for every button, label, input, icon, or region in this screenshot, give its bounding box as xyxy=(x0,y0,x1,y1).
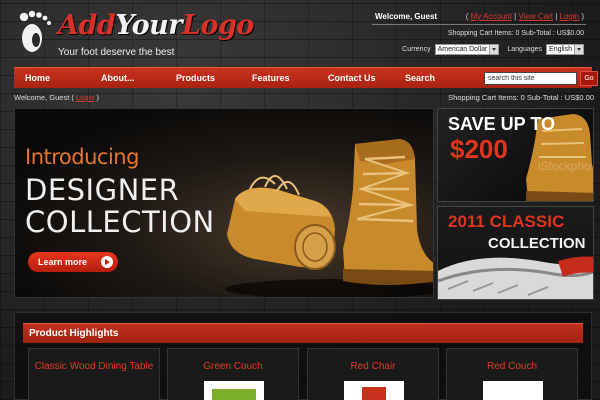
status-bar: Welcome, Guest ( Login ) Shopping Cart I… xyxy=(14,92,594,104)
product-card[interactable]: Red Chair xyxy=(307,348,439,400)
language-select[interactable]: English xyxy=(546,44,584,55)
promo-headline: 2011 CLASSIC xyxy=(448,212,565,231)
search-input[interactable] xyxy=(484,72,577,85)
hero-headline-1: DESIGNER xyxy=(25,173,180,207)
nav-item-home[interactable]: Home xyxy=(25,73,50,83)
product-name[interactable]: Red Chair xyxy=(308,360,438,374)
product-card[interactable]: Red Couch xyxy=(446,348,578,400)
nav-item-search[interactable]: Search xyxy=(405,73,435,83)
login-link[interactable]: Login xyxy=(560,12,580,21)
product-name[interactable]: Red Couch xyxy=(447,360,577,374)
product-highlights-header: Product Highlights xyxy=(23,323,583,343)
chevron-down-icon xyxy=(574,45,583,54)
arrow-right-icon xyxy=(101,256,113,268)
tagline: Your foot deserve the best xyxy=(58,47,175,58)
nav-item-about[interactable]: About... xyxy=(101,73,135,83)
product-thumbnail[interactable] xyxy=(483,381,543,400)
cart-status: Shopping Cart Items: 0 Sub-Total : US$0.… xyxy=(448,93,594,102)
product-card[interactable]: Green Couch xyxy=(167,348,299,400)
red-chair-image xyxy=(362,387,386,400)
product-name[interactable]: Classic Wood Dining Table xyxy=(29,360,159,374)
main-nav: Home About... Products Features Contact … xyxy=(14,67,598,88)
language-label: Languages xyxy=(507,46,543,53)
promo-save[interactable]: SAVE UP TO $200 iStockpho xyxy=(437,108,594,202)
sneaker-image xyxy=(438,256,593,299)
my-account-link[interactable]: My Account xyxy=(471,12,512,21)
foot-logo-icon xyxy=(19,10,51,52)
account-links: ( My Account | View Cart | Login ) xyxy=(465,12,584,21)
welcome-status: Welcome, Guest ( Login ) xyxy=(14,93,99,102)
nav-item-features[interactable]: Features xyxy=(252,73,290,83)
site-logo[interactable]: AddYourLogo Your foot deserve the best xyxy=(14,8,254,58)
nav-item-products[interactable]: Products xyxy=(176,73,215,83)
login-link[interactable]: Login xyxy=(76,93,94,102)
promo-subheadline: COLLECTION xyxy=(488,235,586,252)
nav-item-contact[interactable]: Contact Us xyxy=(328,73,376,83)
currency-value: American Dollar xyxy=(437,46,488,53)
divider xyxy=(372,24,586,25)
product-name[interactable]: Green Couch xyxy=(168,360,298,374)
learn-more-label: Learn more xyxy=(38,257,88,267)
view-cart-link[interactable]: View Cart xyxy=(518,12,553,21)
hero-headline-2: COLLECTION xyxy=(25,205,215,239)
hero-banner[interactable]: Introducing DESIGNER COLLECTION Learn mo… xyxy=(14,108,434,298)
hero-intro: Introducing xyxy=(25,145,139,169)
promo-headline: SAVE UP TO xyxy=(448,114,556,134)
boots-image xyxy=(225,139,433,297)
currency-label: Currency xyxy=(402,46,431,53)
chevron-down-icon xyxy=(489,45,499,54)
green-couch-image xyxy=(212,389,256,400)
account-box: Welcome, Guest ( My Account | View Cart … xyxy=(364,5,590,58)
product-thumbnail[interactable] xyxy=(344,381,404,400)
promo-amount: $200 xyxy=(450,134,508,164)
watermark-text: iStockpho xyxy=(538,159,591,173)
cart-summary: Shopping Cart Items: 0 Sub-Total : US$0.… xyxy=(447,30,584,37)
promo-classic[interactable]: 2011 CLASSIC COLLECTION xyxy=(437,206,594,300)
welcome-text: Welcome, Guest xyxy=(375,12,438,21)
section-title: Product Highlights xyxy=(29,328,119,339)
locale-selectors: Currency American Dollar Languages Engli… xyxy=(402,44,584,55)
go-button[interactable]: Go xyxy=(580,71,598,86)
learn-more-button[interactable]: Learn more xyxy=(28,252,118,272)
currency-select[interactable]: American Dollar xyxy=(434,44,500,55)
product-thumbnail[interactable] xyxy=(204,381,264,400)
product-card[interactable]: Classic Wood Dining Table xyxy=(28,348,160,400)
language-value: English xyxy=(549,46,572,53)
logo-wordmark: AddYourLogo xyxy=(58,10,254,41)
